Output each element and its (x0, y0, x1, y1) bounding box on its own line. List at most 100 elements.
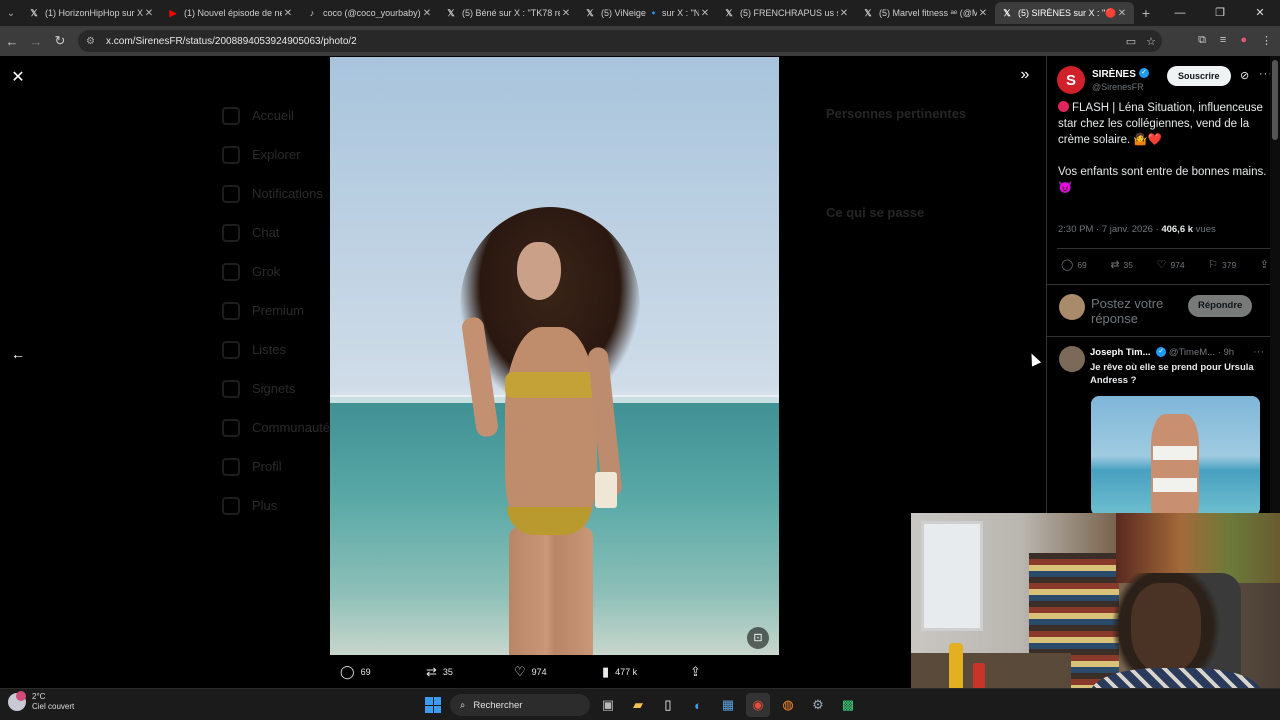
browser-menu-icon[interactable]: ⋮ (1261, 34, 1272, 47)
youtube-icon: ▶ (169, 7, 177, 18)
back-icon[interactable]: ← (0, 34, 24, 49)
bookmark-stat[interactable]: ⚐ 379 (1208, 258, 1236, 271)
tab-title: (5) ViNeige 🔹 sur X : "Na (601, 7, 699, 18)
bookmark-star-icon[interactable]: ☆ (1146, 35, 1156, 48)
image-tag-icon[interactable]: ⊡ (747, 627, 769, 649)
photo-body (505, 327, 597, 537)
commenter-avatar[interactable] (1059, 346, 1085, 372)
previous-photo-arrow-icon[interactable]: ← (8, 346, 28, 366)
comment-header: Joseph Tim... ✓ @TimeM... · 9h (1090, 347, 1270, 358)
photo-face (517, 242, 561, 300)
maximize-icon[interactable]: ❐ (1200, 0, 1240, 26)
bg-nav-item: Chat (222, 213, 337, 252)
cast-icon[interactable]: ▭ (1126, 35, 1136, 48)
reload-icon[interactable]: ↻ (48, 33, 72, 49)
author-handle[interactable]: @SirenesFR (1092, 81, 1149, 93)
settings-gear-icon[interactable]: ⚙ (806, 693, 830, 717)
reply-action[interactable]: ◯ 69 (340, 664, 371, 680)
weather-temp: 2°C (32, 692, 46, 701)
extensions-icon[interactable]: ⧉ (1198, 34, 1206, 47)
browser-tab[interactable]: 𝕏 (1) HorizonHipHop sur X ✕ (22, 2, 161, 24)
divider (1047, 336, 1280, 337)
commenter-name[interactable]: Joseph Tim... (1090, 347, 1151, 358)
more-options-icon[interactable]: ··· (1253, 346, 1264, 358)
media-control-icon[interactable]: ≡ (1220, 34, 1226, 47)
profile-icon (222, 457, 240, 476)
subscribe-button[interactable]: Souscrire (1167, 66, 1231, 86)
photo-sunscreen-bottle (595, 472, 617, 508)
store-icon[interactable]: ▦ (716, 693, 740, 717)
close-tab-icon[interactable]: ✕ (1116, 8, 1128, 19)
tweet-photo[interactable]: ⊡ (330, 57, 779, 655)
like-action[interactable]: ♡ 974 (514, 664, 547, 680)
minimize-icon[interactable]: — (1160, 0, 1200, 26)
windows-start-icon[interactable] (422, 694, 444, 716)
search-icon: ⌕ (460, 699, 466, 711)
close-tab-icon[interactable]: ✕ (699, 8, 711, 19)
tweet-timestamp[interactable]: 2:30 PM · 7 janv. 2026 · (1058, 224, 1161, 235)
share-icon: ⇪ (690, 664, 701, 679)
bg-nav-label: Communautés (252, 420, 337, 435)
reply-stat[interactable]: ◯ 69 (1061, 258, 1087, 271)
close-window-icon[interactable]: ✕ (1240, 0, 1280, 26)
share-stat[interactable]: ⇪ (1260, 258, 1269, 271)
grok-explain-icon[interactable]: ⊘ (1240, 69, 1249, 82)
close-tab-icon[interactable]: ✕ (977, 8, 989, 19)
firefox-icon[interactable]: ◍ (776, 693, 800, 717)
comment-image[interactable] (1091, 396, 1260, 516)
forward-icon[interactable]: → (24, 34, 48, 49)
collapse-panel-icon[interactable]: » (1015, 66, 1035, 86)
repost-icon: ⇄ (1110, 259, 1120, 271)
reply-button[interactable]: Répondre (1188, 295, 1253, 317)
address-bar[interactable]: ⚙ x.com/SirenesFR/status/200889405392490… (78, 30, 1162, 52)
like-stat[interactable]: ♡ 974 (1157, 258, 1185, 271)
close-tab-icon[interactable]: ✕ (143, 8, 155, 19)
reply-input[interactable]: Postez votre réponse (1091, 296, 1191, 326)
app-icon[interactable]: ▩ (836, 693, 860, 717)
tweet-author: S SIRÈNES ✓ @SirenesFR Souscrire ⊘ ··· (1057, 64, 1277, 96)
tab-search-icon[interactable]: ⌄ (0, 0, 22, 26)
site-info-icon[interactable]: ⚙ (86, 36, 100, 47)
reply-count: 69 (360, 667, 371, 677)
bg-nav-label: Premium (252, 303, 305, 318)
user-avatar[interactable] (1059, 294, 1085, 320)
tab-title: (1) Nouvel épisode de ne (184, 8, 282, 18)
browser-tab[interactable]: 𝕏 (5) Marvel fitness ᵃᵉ (@M ✕ (856, 2, 995, 24)
close-tab-icon[interactable]: ✕ (282, 8, 294, 19)
browser-tab[interactable]: ▶ (1) Nouvel épisode de ne ✕ (161, 2, 300, 24)
task-view-icon[interactable]: ▣ (596, 693, 620, 717)
mouse-cursor-icon (1026, 351, 1042, 367)
document-icon[interactable]: ▯ (656, 693, 680, 717)
close-viewer-button[interactable]: ✕ (8, 68, 28, 88)
profile-avatar-icon[interactable]: ● (1240, 34, 1247, 47)
photo-legs (509, 527, 593, 655)
photo-action-bar: ◯ 69 ⇄ 35 ♡ 974 ▮ 477 k ⇪ (330, 660, 779, 684)
new-tab-button[interactable]: + (1134, 5, 1158, 21)
browser-tab[interactable]: 𝕏 (5) ViNeige 🔹 sur X : "Na ✕ (578, 2, 717, 24)
bg-nav-item: Communautés (222, 408, 337, 447)
browser-tab-active[interactable]: 𝕏 (5) SIRÈNES sur X : "🔴 FL✕ (995, 2, 1134, 24)
verified-badge-icon: ✓ (1156, 347, 1167, 358)
close-tab-icon[interactable]: ✕ (838, 8, 850, 19)
views-count: 477 k (615, 667, 638, 677)
close-tab-icon[interactable]: ✕ (421, 8, 433, 19)
share-action[interactable]: ⇪ (690, 664, 701, 680)
weather-widget[interactable]: 2°C Ciel couvert (8, 691, 74, 712)
chrome-icon[interactable]: ◉ (746, 693, 770, 717)
browser-tab[interactable]: 𝕏 (5) Béné sur X : "TK78 réa ✕ (439, 2, 578, 24)
browser-tab[interactable]: 𝕏 (5) FRENCHRAPUS us sur✕ (717, 2, 856, 24)
browser-tab[interactable]: ♪ coco (@coco_yourbaby) | ✕ (300, 2, 439, 24)
communities-icon (222, 418, 240, 437)
close-tab-icon[interactable]: ✕ (560, 8, 572, 19)
bg-nav-item: Grok (222, 252, 337, 291)
views-action[interactable]: ▮ 477 k (602, 664, 637, 680)
author-avatar[interactable]: S (1057, 66, 1085, 94)
edge-icon[interactable]: ◐ (686, 693, 710, 717)
taskbar-search[interactable]: ⌕ Rechercher (450, 694, 590, 716)
author-name[interactable]: SIRÈNES (1092, 69, 1136, 80)
file-explorer-icon[interactable]: ▰ (626, 693, 650, 717)
repost-stat[interactable]: ⇄ 35 (1110, 258, 1133, 271)
bg-nav-item: Premium (222, 291, 337, 330)
scrollbar-thumb[interactable] (1272, 60, 1278, 140)
repost-action[interactable]: ⇄ 35 (426, 664, 453, 680)
